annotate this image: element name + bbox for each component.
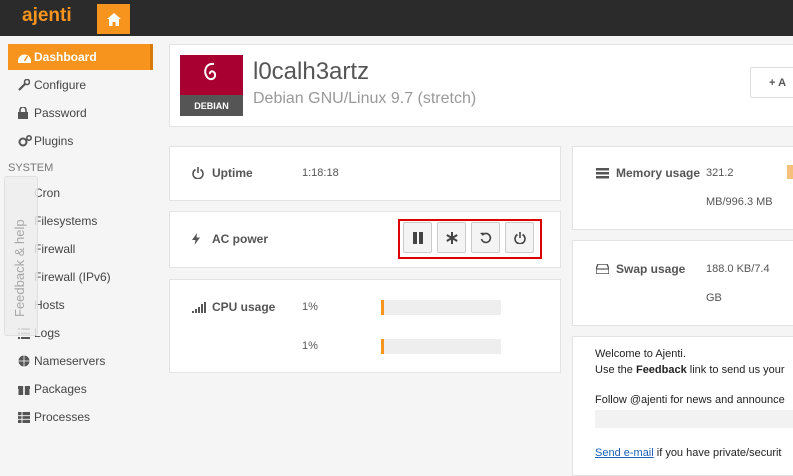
welcome-text: link to send us your bbox=[686, 364, 785, 376]
send-email-link[interactable]: Send e-mail bbox=[595, 447, 654, 459]
globe-icon bbox=[18, 355, 34, 367]
os-badge: DEBIAN bbox=[180, 95, 243, 116]
memory-progress bbox=[787, 165, 793, 179]
cpu-label-row: CPU usage bbox=[192, 300, 275, 314]
lock-icon bbox=[18, 107, 34, 119]
os-name: Debian GNU/Linux 9.7 (stretch) bbox=[253, 90, 477, 107]
memory-value-line2: MB/996.3 MB bbox=[706, 196, 773, 208]
power-icon bbox=[192, 167, 212, 179]
hostname: l0calh3artz bbox=[253, 58, 370, 85]
top-bar: ajenti bbox=[0, 0, 793, 36]
os-logo: DEBIAN bbox=[180, 55, 243, 116]
memory-label-row: Memory usage bbox=[596, 166, 700, 180]
swap-label-row: Swap usage bbox=[596, 262, 685, 276]
cpu-core-progress-fill bbox=[383, 300, 385, 315]
sidebar-item-nameservers[interactable]: Nameservers bbox=[8, 348, 153, 374]
swap-value-line2: GB bbox=[706, 292, 722, 304]
feedback-link[interactable]: Feedback bbox=[636, 364, 687, 376]
swap-card bbox=[572, 240, 793, 326]
uptime-value: 1:18:18 bbox=[302, 167, 339, 179]
add-widget-button[interactable]: + A bbox=[750, 67, 793, 98]
lightning-icon bbox=[192, 233, 212, 245]
sidebar-item-label: Password bbox=[34, 106, 87, 120]
welcome-line3: Follow @ajenti for news and announce bbox=[595, 394, 785, 406]
uptime-label: Uptime bbox=[212, 166, 253, 180]
welcome-text: Use the bbox=[595, 364, 636, 376]
home-icon bbox=[106, 12, 121, 26]
sidebar-item-label: Firewall (IPv6) bbox=[34, 270, 111, 284]
sidebar-item-dashboard[interactable]: Dashboard bbox=[8, 44, 153, 70]
cpu-label: CPU usage bbox=[212, 300, 276, 314]
ac-power-label: AC power bbox=[212, 232, 269, 246]
dashboard-icon bbox=[18, 52, 34, 63]
twitter-widget-placeholder bbox=[595, 410, 793, 428]
sidebar-item-label: Firewall bbox=[34, 242, 76, 256]
sidebar-item-label: Hosts bbox=[34, 298, 65, 312]
sidebar-item-label: Filesystems bbox=[34, 214, 98, 228]
cpu-card bbox=[169, 279, 561, 373]
highlight-box bbox=[398, 219, 542, 259]
sidebar-item-packages[interactable]: Packages bbox=[8, 376, 153, 402]
sidebar-item-plugins[interactable]: Plugins bbox=[8, 128, 153, 154]
welcome-text: if you have private/securit bbox=[653, 447, 782, 459]
cogs-icon bbox=[18, 135, 34, 147]
memory-icon bbox=[596, 167, 616, 179]
sidebar-item-label: Configure bbox=[34, 78, 87, 92]
gift-icon bbox=[18, 383, 34, 395]
welcome-line2: Use the Feedback link to send us your bbox=[595, 364, 785, 376]
feedback-tab[interactable]: Feedback & help bbox=[4, 176, 38, 336]
memory-card bbox=[572, 146, 793, 230]
swap-value-line1: 188.0 KB/7.4 bbox=[706, 263, 770, 275]
wrench-icon bbox=[18, 79, 34, 91]
signal-bars-icon bbox=[192, 301, 212, 313]
memory-value-line1: 321.2 bbox=[706, 167, 734, 179]
cpu-core-value: 1% bbox=[302, 301, 318, 313]
sidebar-item-processes[interactable]: Processes bbox=[8, 404, 153, 430]
table-icon bbox=[18, 411, 34, 423]
cpu-core-value: 1% bbox=[302, 340, 318, 352]
sidebar-item-label: Dashboard bbox=[34, 50, 97, 64]
uptime-label-row: Uptime bbox=[192, 166, 253, 180]
hdd-icon bbox=[596, 264, 616, 274]
home-button[interactable] bbox=[97, 4, 130, 34]
swap-label: Swap usage bbox=[616, 262, 686, 276]
welcome-line1: Welcome to Ajenti. bbox=[595, 348, 686, 360]
app-logo[interactable]: ajenti bbox=[22, 5, 72, 27]
memory-label: Memory usage bbox=[616, 166, 701, 180]
cpu-core-progress bbox=[381, 300, 501, 315]
cpu-core-progress-fill bbox=[383, 339, 385, 354]
ac-power-label-row: AC power bbox=[192, 232, 268, 246]
sidebar-item-label: Nameservers bbox=[34, 354, 106, 368]
sidebar-item-configure[interactable]: Configure bbox=[8, 72, 153, 98]
feedback-tab-label: Feedback & help bbox=[12, 219, 27, 317]
welcome-line4: Send e-mail if you have private/securit bbox=[595, 447, 782, 459]
sidebar-item-label: Processes bbox=[34, 410, 91, 424]
sidebar-item-label: Plugins bbox=[34, 134, 74, 148]
sidebar-item-password[interactable]: Password bbox=[8, 100, 153, 126]
debian-swirl-icon bbox=[180, 55, 243, 95]
cpu-core-progress bbox=[381, 339, 501, 354]
sidebar-item-label: Packages bbox=[34, 382, 87, 396]
